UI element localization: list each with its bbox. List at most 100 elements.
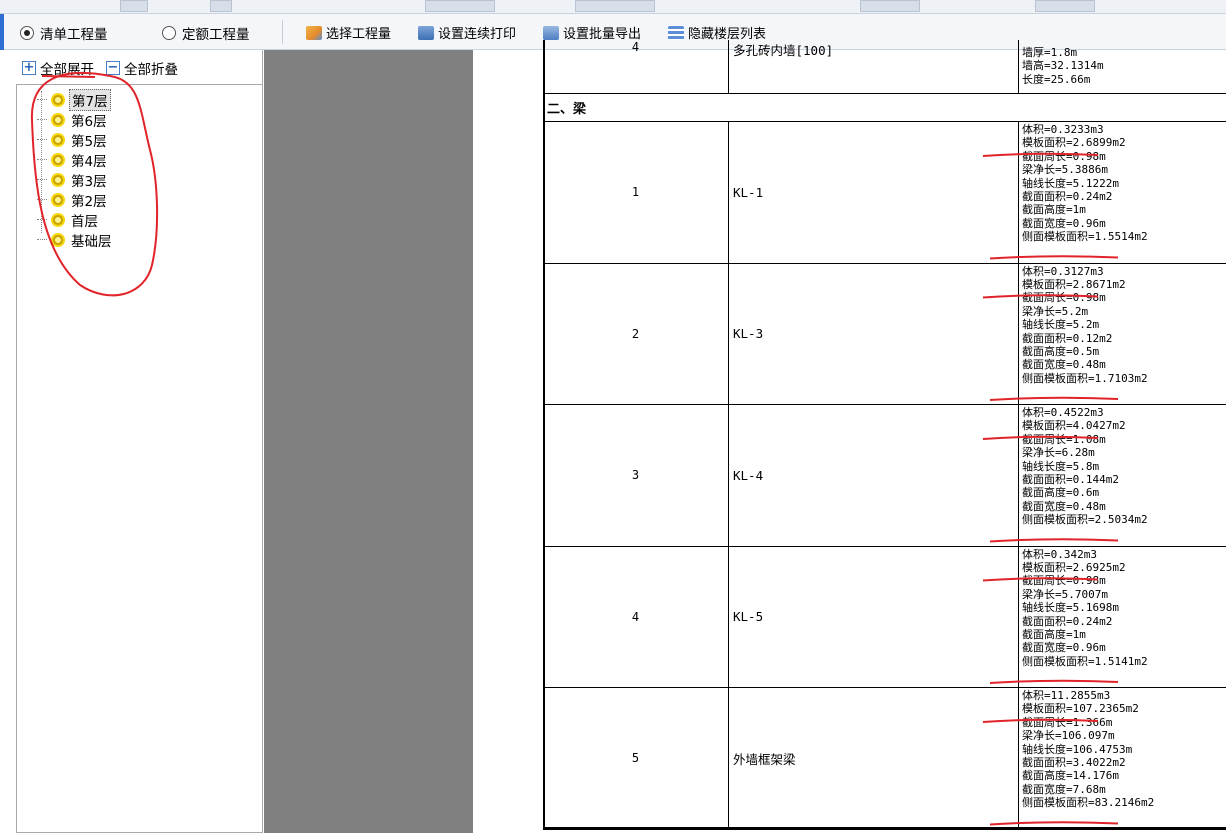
floor-gear-icon: [51, 172, 65, 187]
tree-branch-line: [37, 239, 47, 240]
row-details: 体积=0.3233m3 模板面积=2.6899m2 截面周长=0.98m 梁净长=5.…: [1018, 122, 1226, 263]
radio-qingdan[interactable]: 清单工程量: [20, 23, 108, 43]
expand-collapse-bar: + 全部展开 − 全部折叠: [22, 58, 178, 78]
detail-line: 截面面积=0.24m2: [1022, 190, 1113, 204]
detail-line: 梁净长=5.7007m: [1022, 587, 1108, 601]
detail-line: 截面周长=0.98m: [1022, 574, 1106, 588]
select-quantity-icon: [306, 25, 322, 40]
row-number: 4: [631, 40, 640, 54]
row-number: 1: [631, 185, 640, 200]
detail-line: 轴线长度=106.4753m: [1022, 742, 1133, 756]
row-details: 体积=0.3127m3 模板面积=2.8671m2 截面周长=0.98m 梁净长=5.…: [1018, 263, 1226, 404]
radio-dinge-label: 定额工程量: [182, 27, 250, 43]
tree-branch-line: [37, 199, 47, 200]
floor-item[interactable]: 基础层: [37, 230, 114, 250]
table-row: 3 KL-4 体积=0.4522m3 模板面积=4.0427m2 截面周长=1.08m 梁…: [543, 405, 1226, 547]
select-quantity-button[interactable]: 选择工程量: [306, 23, 391, 42]
detail-line: 截面宽度=0.48m: [1022, 358, 1106, 372]
radio-dot-icon: [20, 26, 34, 40]
radio-dot-icon: [162, 26, 176, 40]
expand-all-link[interactable]: 全部展开: [40, 58, 94, 78]
floor-gear-icon: [51, 92, 65, 107]
floor-gear-icon: [51, 132, 65, 147]
detail-line: 侧面模板面积=1.5141m2: [1022, 654, 1148, 668]
detail-line: 体积=0.3127m3: [1022, 264, 1104, 278]
radio-qingdan-label: 清单工程量: [40, 27, 108, 43]
row-name: KL-5: [728, 546, 1018, 687]
floor-item[interactable]: 第6层: [37, 110, 109, 130]
tree-branch-line: [37, 219, 47, 220]
export-icon: [543, 25, 559, 40]
detail-line: 截面宽度=0.96m: [1022, 216, 1106, 230]
detail-line: 截面面积=0.144m2: [1022, 473, 1119, 487]
detail-line: 梁净长=5.2m: [1022, 304, 1089, 318]
detail-line: 截面面积=3.4022m2: [1022, 756, 1126, 770]
detail-line: 截面面积=0.12m2: [1022, 331, 1113, 345]
detail-line: 轴线长度=5.2m: [1022, 318, 1100, 332]
detail-line: 截面周长=0.98m: [1022, 149, 1106, 163]
floor-label: 第5层: [71, 133, 107, 150]
detail-line: 体积=0.4522m3: [1022, 406, 1104, 419]
detail-line: 模板面积=2.6925m2: [1022, 560, 1126, 574]
table-row: 4 多孔砖内墙[100] 墙厚=1.8m 墙高=32.1314m 长度=25.66m: [543, 40, 1226, 94]
tree-branch-line: [37, 179, 47, 180]
floor-gear-icon: [51, 112, 65, 127]
detail-line: 梁净长=5.3886m: [1022, 163, 1108, 177]
toolbar-separator: [282, 20, 283, 44]
floor-label: 首层: [71, 213, 98, 230]
detail-line: 梁净长=6.28m: [1022, 446, 1095, 460]
row-details: 体积=0.342m3 模板面积=2.6925m2 截面周长=0.98m 梁净长=5.7…: [1018, 546, 1226, 687]
detail-line: 体积=0.3233m3: [1022, 123, 1104, 136]
collapse-all-link[interactable]: 全部折叠: [124, 58, 178, 78]
detail-line: 墙厚=1.8m: [1022, 46, 1078, 59]
detail-line: 截面宽度=0.96m: [1022, 641, 1106, 655]
row-name: KL-4: [728, 405, 1018, 546]
tree-branch-line: [37, 139, 47, 140]
floor-item[interactable]: 第4层: [37, 150, 109, 170]
tree-branch-line: [37, 119, 47, 120]
row-name: KL-3: [728, 263, 1018, 404]
row-number: 3: [631, 468, 640, 483]
detail-line: 轴线长度=5.8m: [1022, 459, 1100, 473]
floor-gear-icon: [51, 212, 65, 227]
detail-line: 侧面模板面积=83.2146m2: [1022, 796, 1155, 810]
detail-line: 截面面积=0.24m2: [1022, 614, 1113, 628]
minus-icon[interactable]: −: [106, 61, 120, 75]
detail-line: 轴线长度=5.1698m: [1022, 601, 1119, 615]
detail-line: 截面高度=14.176m: [1022, 769, 1119, 783]
table-row: 4 KL-5 体积=0.342m3 模板面积=2.6925m2 截面周长=0.98m 梁净…: [543, 546, 1226, 688]
floor-item[interactable]: 第2层: [37, 190, 109, 210]
row-name: KL-1: [728, 122, 1018, 263]
floor-gear-icon: [51, 232, 65, 247]
detail-line: 侧面模板面积=1.5514m2: [1022, 230, 1148, 244]
floor-tree: 第7层 第6层第5层 第4层 第3层第2层首层 基础层: [16, 84, 262, 833]
detail-line: 截面高度=0.5m: [1022, 344, 1100, 358]
continuous-print-label: 设置连续打印: [438, 27, 517, 42]
floor-item[interactable]: 第7层: [37, 88, 111, 111]
detail-line: 截面周长=1.366m: [1022, 715, 1113, 729]
detail-line: 截面高度=1m: [1022, 203, 1086, 217]
detail-line: 截面周长=0.98m: [1022, 291, 1106, 305]
row-number: 4: [631, 609, 640, 624]
detail-line: 截面宽度=0.48m: [1022, 499, 1106, 513]
print-icon: [418, 25, 434, 40]
detail-line: 长度=25.66m: [1022, 72, 1091, 86]
plus-icon[interactable]: +: [22, 61, 36, 75]
main-toolbar-cutoff: [0, 0, 1226, 14]
floor-label: 第2层: [71, 193, 107, 210]
detail-line: 截面高度=0.6m: [1022, 486, 1100, 500]
floor-item[interactable]: 第5层: [37, 130, 109, 150]
floor-label: 第7层: [69, 88, 111, 111]
row-name: 多孔砖内墙[100]: [728, 40, 1018, 93]
table-row: 5 外墙框架梁 体积=11.2855m3 模板面积=107.2365m2 截面周长=1.…: [543, 688, 1226, 830]
radio-dinge[interactable]: 定额工程量: [162, 23, 250, 43]
row-details: 体积=11.2855m3 模板面积=107.2365m2 截面周长=1.366m 梁净…: [1018, 688, 1226, 829]
detail-line: 截面宽度=7.68m: [1022, 782, 1106, 796]
detail-line: 模板面积=4.0427m2: [1022, 419, 1126, 433]
section-title: 二、梁: [547, 102, 587, 117]
continuous-print-button[interactable]: 设置连续打印: [418, 23, 516, 42]
floor-item[interactable]: 首层: [37, 210, 100, 230]
table-row: 2 KL-3 体积=0.3127m3 模板面积=2.8671m2 截面周长=0.98m 梁…: [543, 263, 1226, 405]
detail-line: 体积=11.2855m3: [1022, 689, 1111, 702]
floor-item[interactable]: 第3层: [37, 170, 109, 190]
